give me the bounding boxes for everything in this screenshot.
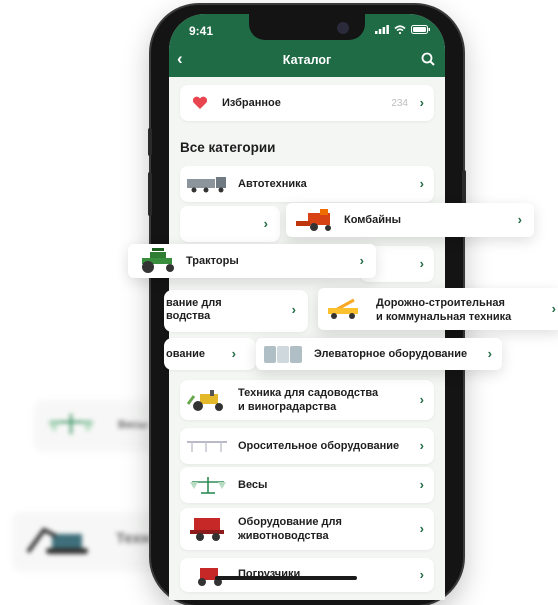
tractors-label: Тракторы <box>186 255 239 267</box>
signal-icon <box>375 25 389 34</box>
category-label-partial: ование <box>166 348 205 360</box>
irrigation-icon <box>187 441 227 452</box>
category-label: и виноградарства <box>238 401 337 413</box>
favorites-item[interactable]: Избранное 234 › <box>180 85 434 121</box>
camera <box>337 22 349 34</box>
category-label-partial: водства <box>166 310 211 322</box>
phone-side-button <box>148 128 152 156</box>
chevron-right-icon: › <box>419 392 424 407</box>
wifi-icon <box>394 25 406 34</box>
category-label: Оборудование для <box>238 516 342 528</box>
page-title: Каталог <box>282 53 332 67</box>
chevron-right-icon: › <box>291 302 296 317</box>
category-item-scales[interactable]: Весы › <box>180 467 434 503</box>
chevron-right-icon: › <box>551 301 556 316</box>
scales-icon <box>190 477 226 494</box>
favorites-count: 234 <box>391 98 408 109</box>
road-construction-label: Дорожно-строительная <box>376 297 505 309</box>
floating-card-elevator[interactable]: Элеваторное оборудование › <box>256 338 502 370</box>
category-item-livestock[interactable]: Оборудование для животноводства › <box>180 508 434 550</box>
chevron-right-icon: › <box>419 176 424 191</box>
floating-card-road-construction[interactable]: Дорожно-строительная и коммунальная техн… <box>318 288 558 330</box>
blurred-scales-icon <box>48 414 94 434</box>
category-item-loaders[interactable]: Погрузчики › <box>180 558 434 592</box>
combines-label: Комбайны <box>344 214 401 226</box>
blurred-scales-label: Весы <box>118 419 148 431</box>
category-item-auto[interactable]: Автотехника › <box>180 166 434 202</box>
combine-icon <box>296 209 331 231</box>
loader-icon <box>198 568 222 586</box>
search-icon[interactable] <box>421 52 435 66</box>
category-label: животноводства <box>238 530 329 542</box>
notch <box>249 14 365 40</box>
category-label: Автотехника <box>238 178 307 190</box>
road-construction-label: и коммунальная техника <box>376 311 512 323</box>
favorites-label: Избранное <box>222 97 281 109</box>
category-item-partial[interactable]: вание для водства › <box>164 290 308 332</box>
garden-tractor-icon <box>186 390 223 411</box>
chevron-right-icon: › <box>263 216 268 231</box>
category-label: Оросительное оборудование <box>238 440 400 452</box>
floating-card-combines[interactable]: Комбайны › <box>286 203 534 237</box>
chevron-right-icon: › <box>419 256 424 271</box>
category-item-garden[interactable]: Техника для садоводства и виноградарства… <box>180 380 434 420</box>
category-label: Техника для садоводства <box>238 387 379 399</box>
chevron-right-icon: › <box>419 477 424 492</box>
status-time: 9:41 <box>189 24 214 38</box>
crane-truck-icon <box>328 298 358 319</box>
blurred-excavator-icon <box>26 527 88 554</box>
category-label: Весы <box>238 479 268 491</box>
battery-icon <box>411 25 430 34</box>
chevron-right-icon: › <box>517 212 522 227</box>
chevron-right-icon: › <box>419 567 424 582</box>
chevron-right-icon: › <box>359 253 364 268</box>
heart-icon <box>192 96 208 109</box>
floating-card-tractors[interactable]: Тракторы › <box>128 244 376 278</box>
section-title: Все категории <box>180 140 276 155</box>
category-item-partial[interactable]: › <box>180 206 280 242</box>
chevron-right-icon: › <box>487 346 492 361</box>
blurred-tech-label: Техн <box>116 530 150 547</box>
silo-icon <box>264 346 302 363</box>
chevron-right-icon: › <box>231 346 236 361</box>
phone-side-button <box>148 172 152 216</box>
category-item-irrigation[interactable]: Оросительное оборудование › <box>180 428 434 464</box>
home-indicator <box>215 576 357 580</box>
category-label-partial: вание для <box>166 297 222 309</box>
nav-bar: 9:41 ‹ Каталог <box>169 14 445 77</box>
elevator-label: Элеваторное оборудование <box>314 348 468 360</box>
chevron-right-icon: › <box>419 438 424 453</box>
category-item-partial[interactable]: ование › <box>164 338 256 370</box>
tractor-icon <box>142 248 174 273</box>
feed-mixer-icon <box>190 518 224 541</box>
chevron-right-icon: › <box>419 521 424 536</box>
chevron-right-icon: › <box>419 95 424 110</box>
status-icons <box>375 25 431 34</box>
truck-icon <box>187 177 226 193</box>
